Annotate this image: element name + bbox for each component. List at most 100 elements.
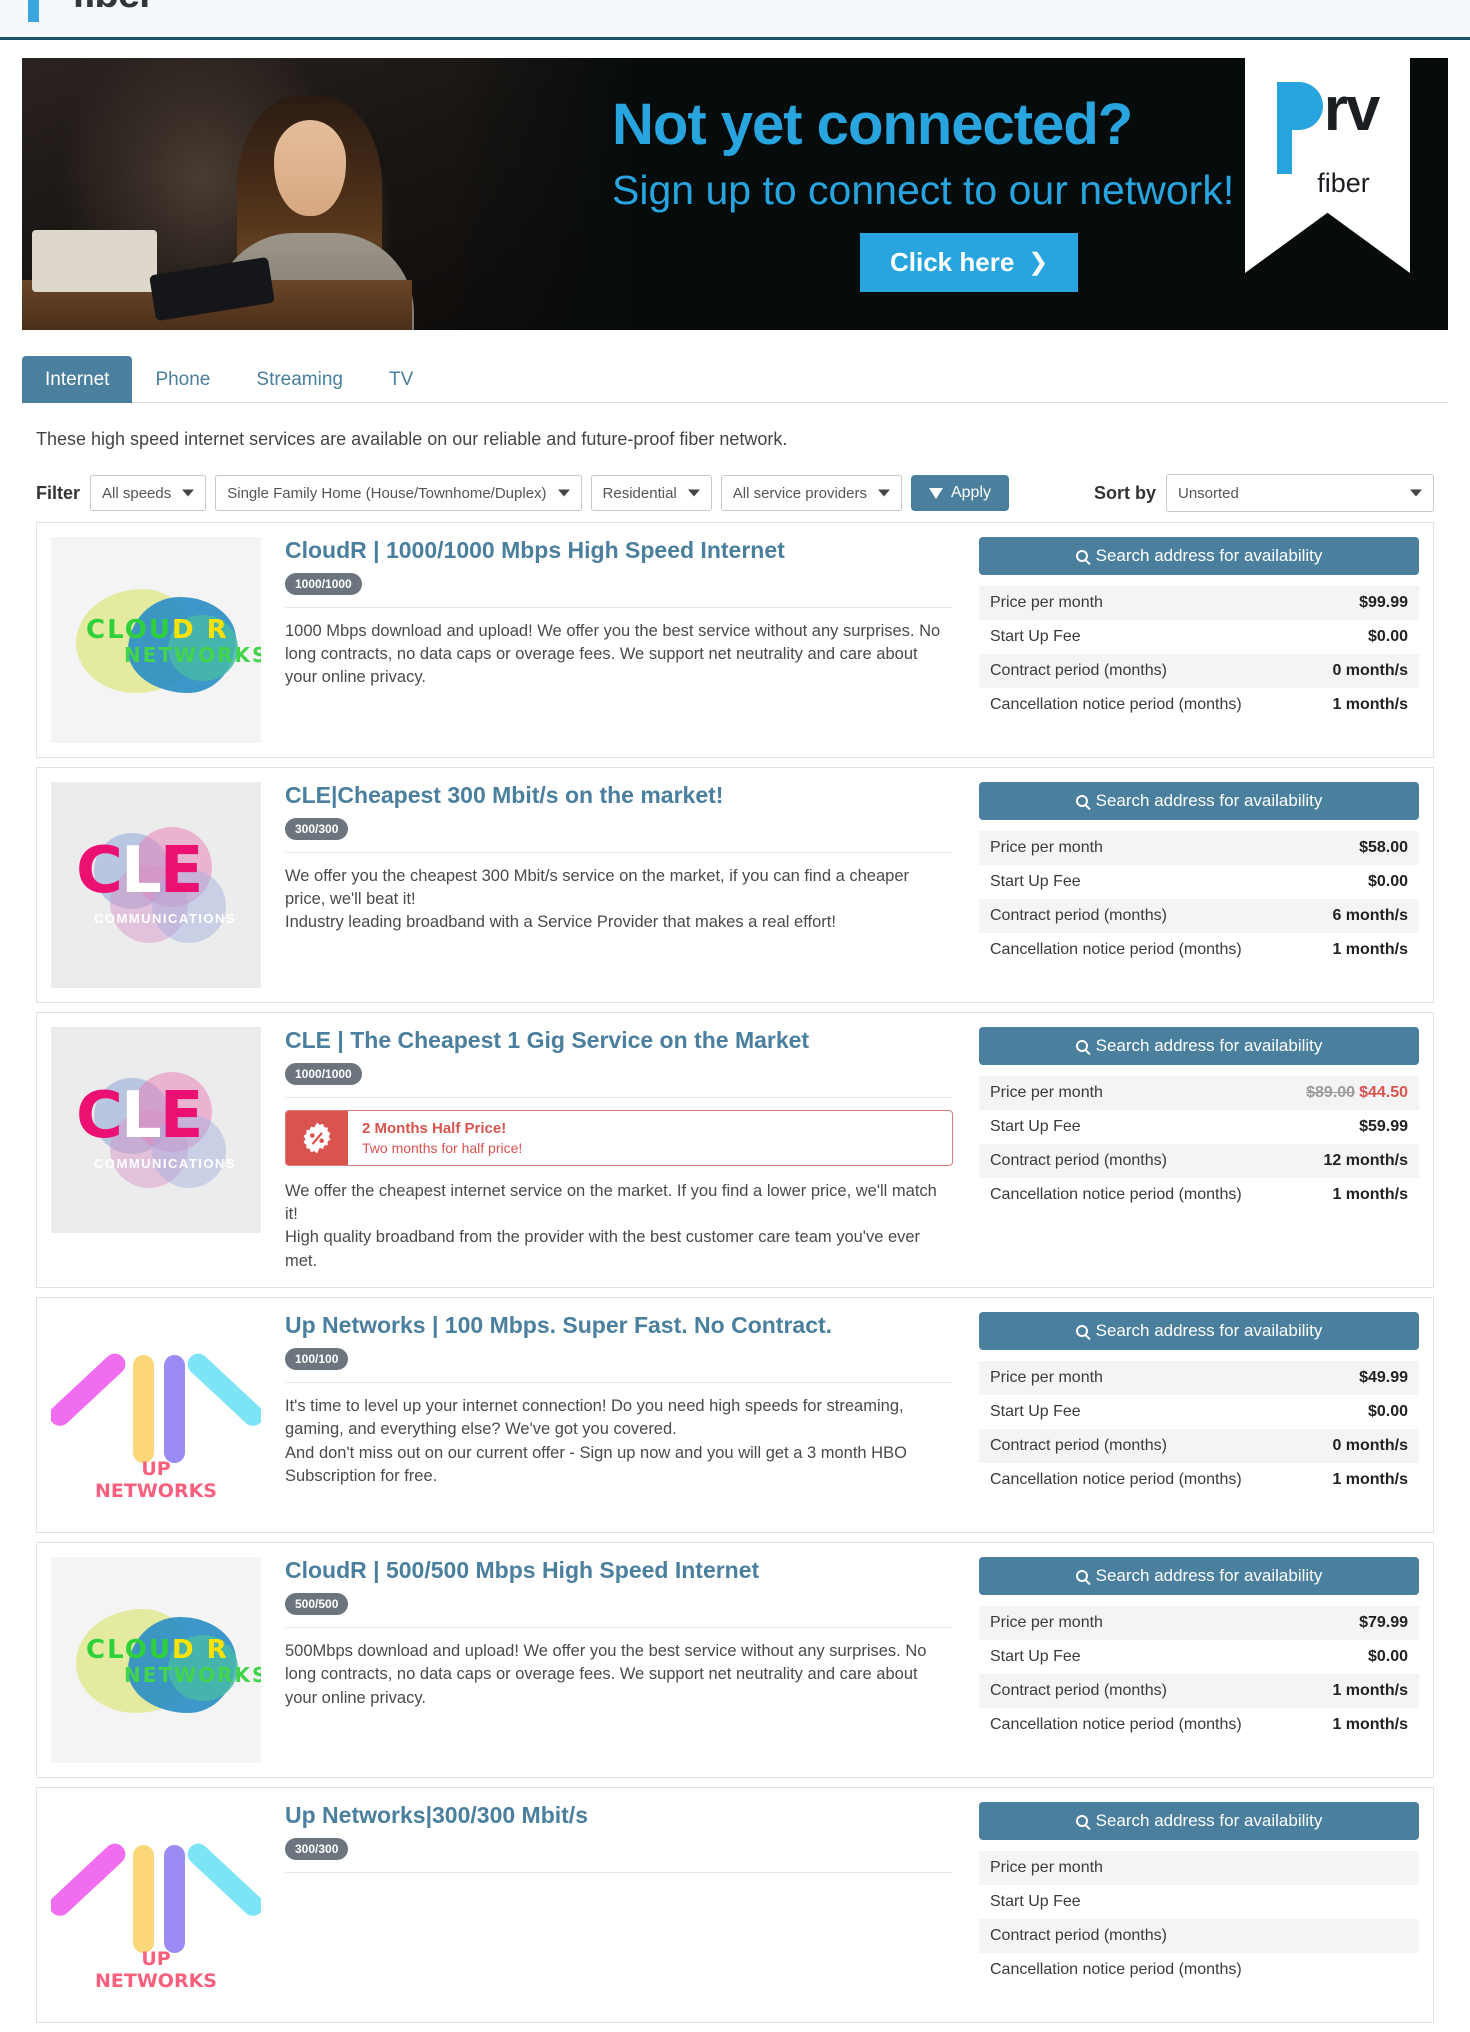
product-logo: UP NETWORKS — [51, 1802, 261, 2009]
table-row: Price per month $49.99 — [979, 1361, 1419, 1396]
apply-button-label: Apply — [950, 484, 991, 501]
chevron-right-icon: ❯ — [1028, 249, 1049, 277]
spec-value-startup: $0.00 — [1367, 1648, 1408, 1666]
filter-provider-select[interactable]: All service providers — [720, 475, 902, 511]
product-details: Up Networks | 100 Mbps. Super Fast. No C… — [285, 1312, 979, 1518]
product-pricing: Search address for availability Price per… — [979, 1312, 1419, 1518]
spec-value-contract: 6 month/s — [1332, 907, 1408, 924]
product-title-link[interactable]: Up Networks|300/300 Mbit/s — [285, 1802, 953, 1830]
product-pricing: Search address for availability Price per… — [979, 1557, 1419, 1763]
product-title-link[interactable]: CLE | The Cheapest 1 Gig Service on the … — [285, 1027, 953, 1055]
product-details: CloudR | 500/500 Mbps High Speed Interne… — [285, 1557, 979, 1763]
chevron-down-icon — [687, 489, 700, 497]
table-row: Start Up Fee $0.00 — [979, 865, 1419, 899]
product-list: CLOUD R NETWORKS CloudR | 1000/1000 Mbps… — [22, 522, 1448, 2024]
tab-tv[interactable]: TV — [366, 356, 436, 403]
table-row: Price per month $58.00 — [979, 831, 1419, 865]
banner-subheadline: Sign up to connect to our network! — [612, 166, 1235, 213]
promo-banner[interactable]: Not yet connected? Sign up to connect to… — [22, 58, 1448, 330]
filter-home-type-select[interactable]: Single Family Home (House/Townhome/Duple… — [215, 475, 582, 511]
spec-value-contract: 1 month/s — [1332, 1682, 1408, 1700]
service-tabs-wrap: Internet Phone Streaming TV — [0, 330, 1470, 403]
sort-control: Sort by Unsorted — [1094, 474, 1434, 512]
cle-communications-logo: CLE COMMUNICATIONS — [51, 782, 261, 988]
divider — [285, 606, 953, 608]
promo-banner-area: Not yet connected? Sign up to connect to… — [0, 40, 1470, 330]
table-row: Cancellation notice period (months) 1 mon… — [979, 1178, 1419, 1212]
ribbon-brand-rv: rv — [1323, 75, 1381, 144]
search-button-label: Search address for availability — [1095, 546, 1323, 565]
product-logo: CLOUD R NETWORKS — [51, 1557, 261, 1764]
filter-bar: Filter All speeds Single Family Home (Ho… — [22, 450, 1448, 522]
divider — [285, 1871, 953, 1873]
magnifier-icon — [1075, 1570, 1088, 1583]
prv-fiber-ribbon-logo-icon: rv fiber — [1245, 58, 1410, 273]
product-title-link[interactable]: Up Networks | 100 Mbps. Super Fast. No C… — [285, 1312, 953, 1340]
speed-badge: 100/100 — [285, 1347, 349, 1370]
spec-value-cancellation: 1 month/s — [1332, 1716, 1408, 1734]
filter-speed-select[interactable]: All speeds — [90, 475, 207, 511]
product-title-link[interactable]: CloudR | 1000/1000 Mbps High Speed Inter… — [285, 537, 953, 565]
price-value: $58.00 — [1359, 839, 1408, 856]
divider — [285, 1381, 953, 1383]
banner-click-here-button[interactable]: Click here ❯ — [860, 233, 1079, 293]
cloudr-networks-logo: CLOUD R NETWORKS — [51, 1557, 261, 1764]
spec-value-cancellation: 1 month/s — [1332, 1186, 1408, 1203]
product-title-link[interactable]: CLE|Cheapest 300 Mbit/s on the market! — [285, 782, 953, 810]
magnifier-icon — [1075, 550, 1088, 562]
spec-label-startup: Start Up Fee — [990, 628, 1081, 645]
spec-table: Price per month $79.99 Start Up Fee $0.00 Co… — [979, 1606, 1419, 1742]
spec-label-contract: Contract period (months) — [990, 1152, 1167, 1169]
spec-value-startup: $0.00 — [1367, 1403, 1408, 1421]
chevron-down-icon — [557, 489, 570, 497]
spec-value-startup: $0.00 — [1367, 628, 1408, 645]
table-row: Price per month — [979, 1851, 1419, 1886]
spec-label-startup: Start Up Fee — [990, 873, 1081, 890]
spec-label-startup: Start Up Fee — [990, 1648, 1081, 1666]
speed-badge: 300/300 — [285, 817, 349, 840]
product-logo: CLOUD R NETWORKS — [51, 537, 261, 743]
table-row: Price per month $99.99 — [979, 586, 1419, 620]
table-row: Start Up Fee $0.00 — [979, 1395, 1419, 1429]
discounted-price: $44.50 — [1359, 1084, 1408, 1101]
product-description: We offer the cheapest internet service o… — [285, 1181, 937, 1270]
tab-phone[interactable]: Phone — [132, 356, 233, 403]
site-logo[interactable]: fiber — [28, 0, 155, 22]
sort-label: Sort by — [1093, 482, 1156, 503]
spec-label-startup: Start Up Fee — [990, 1403, 1081, 1421]
table-row: Contract period (months) 6 month/s — [979, 899, 1419, 933]
promo-banner-offer: 2 Months Half Price! Two months for half … — [285, 1109, 953, 1166]
magnifier-icon — [1075, 795, 1088, 807]
banner-cta-label: Click here — [890, 247, 1015, 278]
chevron-down-icon — [182, 489, 195, 497]
product-card: CLOUD R NETWORKS CloudR | 1000/1000 Mbps… — [36, 522, 1434, 758]
filter-segment-select[interactable]: Residential — [590, 475, 712, 511]
magnifier-icon — [1075, 1040, 1088, 1052]
spec-label-contract: Contract period (months) — [990, 662, 1167, 679]
search-button-label: Search address for availability — [1095, 1036, 1323, 1055]
spec-value-contract: 0 month/s — [1332, 1437, 1408, 1455]
spec-label-cancellation: Cancellation notice period (months) — [990, 941, 1242, 958]
sort-select[interactable]: Unsorted — [1166, 474, 1434, 512]
prv-p-mark-icon — [28, 0, 62, 22]
search-address-availability-button[interactable]: Search address for availability — [979, 1802, 1419, 1841]
product-pricing: Search address for availability Price per… — [979, 537, 1419, 743]
spec-value-startup: $59.99 — [1359, 1118, 1408, 1135]
tab-streaming[interactable]: Streaming — [233, 356, 366, 403]
tab-internet[interactable]: Internet — [22, 356, 133, 403]
product-card: CLE COMMUNICATIONS CLE|Cheapest 300 Mbit… — [36, 767, 1434, 1003]
search-address-availability-button[interactable]: Search address for availability — [979, 537, 1419, 575]
search-address-availability-button[interactable]: Search address for availability — [979, 1557, 1419, 1596]
spec-table: Price per month $49.99 Start Up Fee $0.00 Co… — [979, 1361, 1419, 1497]
product-logo: UP NETWORKS — [51, 1312, 261, 1519]
apply-filter-button[interactable]: Apply — [910, 475, 1009, 511]
search-address-availability-button[interactable]: Search address for availability — [979, 782, 1419, 820]
filter-segment-value: Residential — [602, 484, 677, 502]
table-row: Contract period (months) 0 month/s — [979, 654, 1419, 688]
search-address-availability-button[interactable]: Search address for availability — [979, 1027, 1419, 1065]
product-title-link[interactable]: CloudR | 500/500 Mbps High Speed Interne… — [285, 1557, 953, 1585]
product-pricing: Search address for availability Price per… — [979, 1027, 1419, 1273]
product-pricing: Search address for availability Price per… — [979, 782, 1419, 988]
product-description: We offer you the cheapest 300 Mbit/s ser… — [285, 866, 909, 932]
search-address-availability-button[interactable]: Search address for availability — [979, 1312, 1419, 1351]
